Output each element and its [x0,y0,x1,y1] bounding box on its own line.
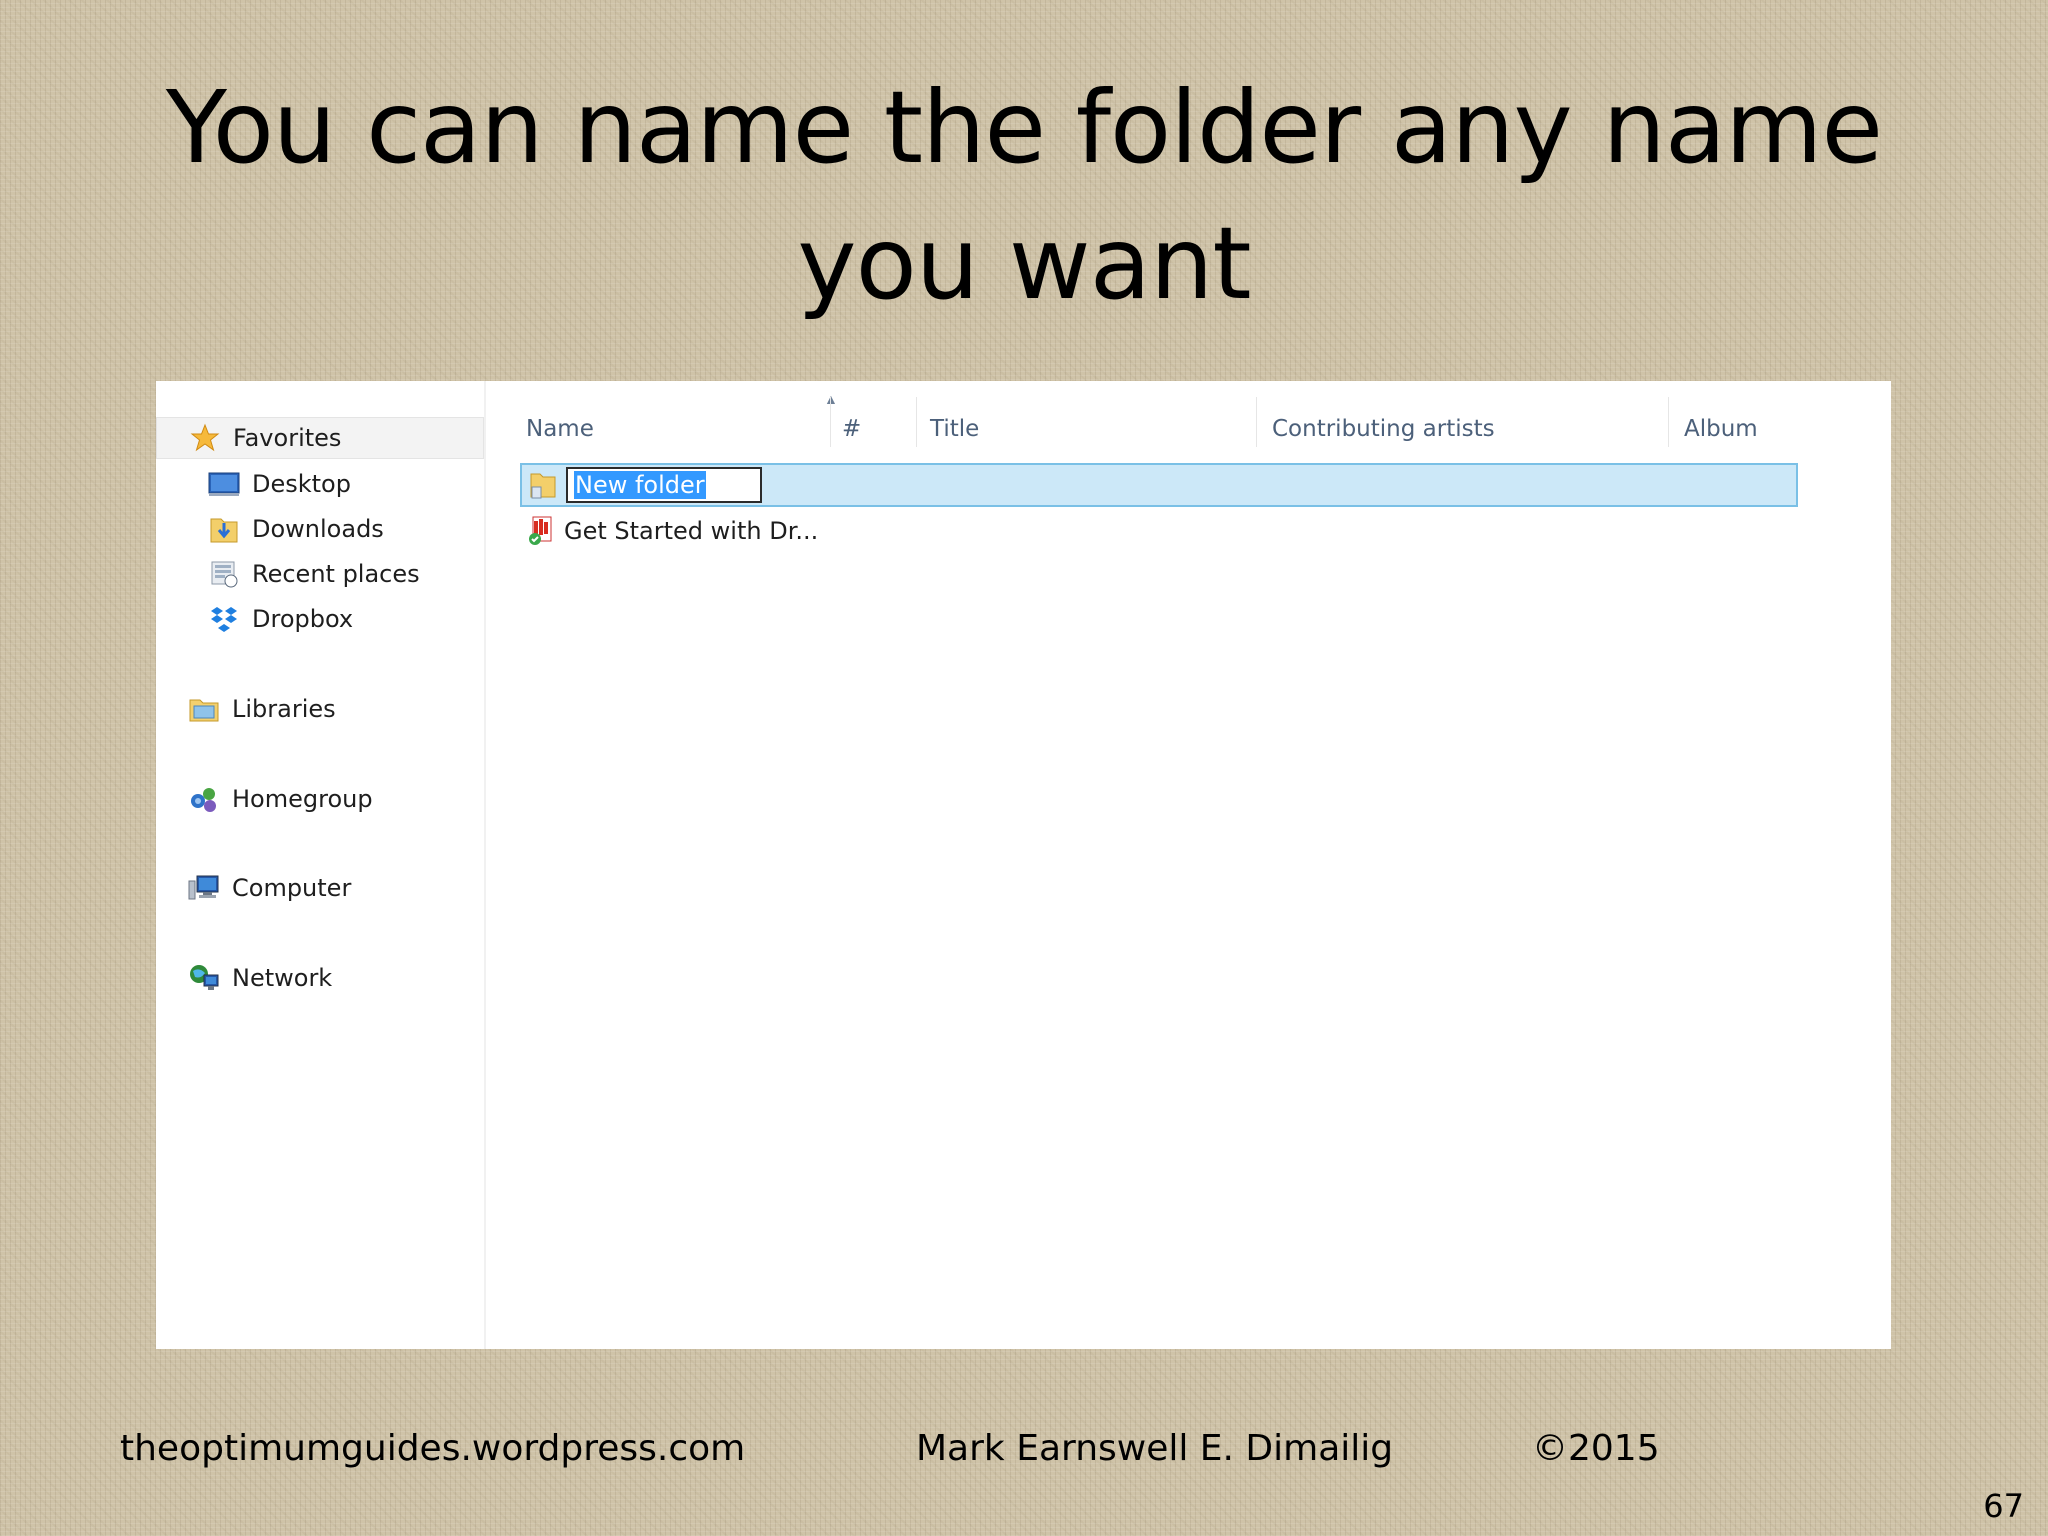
file-name: Get Started with Dr... [564,517,819,545]
dropbox-icon [208,603,240,635]
desktop-icon [208,468,240,500]
nav-label: Homegroup [232,785,373,813]
folder-icon [528,468,558,502]
footer-copyright: ©2015 [1532,1428,1660,1469]
nav-label: Desktop [252,470,351,498]
column-divider[interactable] [1256,397,1257,447]
column-divider[interactable] [916,397,917,447]
nav-label: Computer [232,874,352,902]
navigation-pane: Favorites Desktop Downloads Recent place… [156,381,486,1349]
column-header-number[interactable]: # [842,409,912,449]
nav-item-recent-places[interactable]: Recent places [208,553,420,595]
nav-item-downloads[interactable]: Downloads [208,508,384,550]
page-number: 67 [1983,1487,2024,1525]
downloads-folder-icon [208,513,240,545]
file-row-new-folder[interactable]: New folder [520,463,1798,507]
nav-homegroup[interactable]: Homegroup [188,778,373,820]
star-icon [189,422,221,454]
file-list-pane: ▲ Name # Title Contributing artists Albu… [486,381,1891,1349]
nav-item-desktop[interactable]: Desktop [208,463,351,505]
column-header-album[interactable]: Album [1684,409,1891,449]
rename-input-selected-text: New folder [574,471,706,499]
homegroup-icon [188,783,220,815]
network-icon [188,962,220,994]
nav-favorites[interactable]: Favorites [156,417,484,459]
nav-label: Dropbox [252,605,354,633]
nav-label: Downloads [252,515,384,543]
column-header-contributing-artists[interactable]: Contributing artists [1272,409,1512,449]
computer-icon [188,872,220,904]
file-row-get-started[interactable]: Get Started with Dr... [520,509,1798,553]
pdf-icon [526,514,556,548]
nav-label: Network [232,964,333,992]
recent-places-icon [208,558,240,590]
footer-author: Mark Earnswell E. Dimailig [916,1428,1394,1469]
column-divider[interactable] [830,397,831,447]
column-header-name[interactable]: Name [526,409,826,449]
nav-computer[interactable]: Computer [188,867,351,909]
column-header-title[interactable]: Title [930,409,1250,449]
slide-title: You can name the folder any name you wan… [165,69,1883,322]
rename-input[interactable]: New folder [566,467,762,503]
nav-libraries[interactable]: Libraries [188,688,336,730]
nav-label: Recent places [252,560,420,588]
nav-label: Libraries [232,695,336,723]
nav-network[interactable]: Network [188,957,332,999]
footer-site: theoptimumguides.wordpress.com [120,1428,746,1469]
nav-item-dropbox[interactable]: Dropbox [208,598,353,640]
file-explorer-window: Favorites Desktop Downloads Recent place… [156,381,1891,1349]
nav-label: Favorites [233,424,342,452]
libraries-icon [188,693,220,725]
column-divider[interactable] [1668,397,1669,447]
